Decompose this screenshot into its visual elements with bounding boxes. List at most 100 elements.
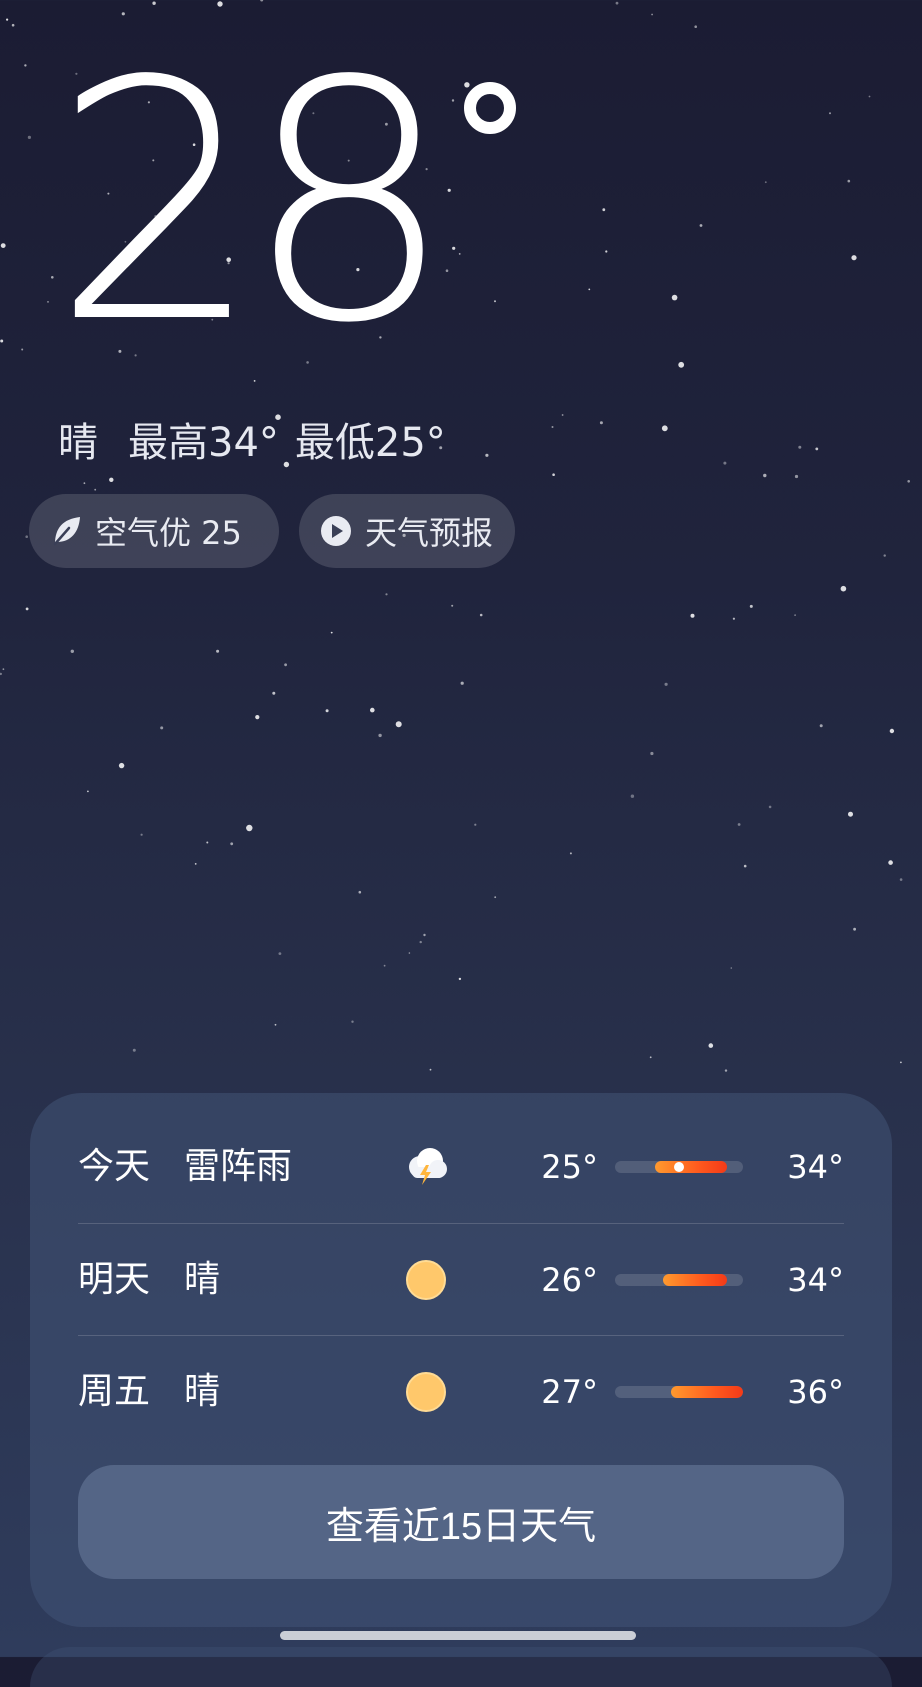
forecast-day: 明天 [78, 1259, 151, 1300]
leaf-icon [49, 514, 83, 548]
star [370, 707, 375, 713]
forecast-low: 27° [541, 1373, 598, 1411]
star [551, 426, 554, 428]
star [2, 668, 5, 671]
star [419, 940, 422, 944]
forecast-condition: 雷阵雨 [184, 1146, 293, 1187]
air-quality-label: 空气优 25 [95, 514, 242, 552]
high-low-group: 最高34° 最低25° [128, 410, 446, 468]
star [552, 473, 555, 477]
forecast-day: 今天 [78, 1146, 151, 1187]
star [11, 23, 15, 27]
star [737, 823, 741, 826]
star [678, 361, 685, 368]
star [194, 863, 197, 865]
star [829, 112, 831, 115]
home-indicator[interactable] [280, 1631, 636, 1640]
star [325, 709, 329, 713]
star [883, 554, 886, 557]
star [385, 593, 388, 596]
star [848, 811, 853, 817]
star [794, 614, 796, 616]
weather-summary: 晴 最高34° 最低25° [58, 410, 446, 468]
forecast-row-today[interactable]: 今天 雷阵雨 25° 34° [78, 1111, 844, 1223]
temperature-range-fill [655, 1161, 727, 1173]
star [217, 1, 223, 7]
star [599, 421, 603, 425]
star [840, 585, 847, 592]
star [851, 255, 857, 261]
info-chips: 空气优 25 天气预报 [29, 494, 515, 568]
star [24, 64, 27, 67]
star [888, 860, 893, 865]
next-card-edge [30, 1647, 892, 1687]
star [605, 250, 608, 253]
forecast-high: 34° [787, 1148, 844, 1186]
weather-forecast-chip[interactable]: 天气预报 [299, 494, 515, 568]
star [255, 715, 260, 720]
star [815, 447, 819, 451]
star [479, 613, 483, 617]
star [47, 301, 49, 303]
star [216, 649, 220, 653]
today-low: 最低25° [294, 420, 446, 466]
star [230, 842, 234, 846]
star [907, 480, 910, 483]
star [274, 1023, 277, 1026]
star [494, 300, 496, 303]
star [602, 208, 606, 212]
play-circle-icon [319, 514, 353, 548]
star [650, 751, 654, 756]
temperature-range-bar [615, 1161, 743, 1173]
star [899, 878, 903, 881]
forecast-low: 26° [541, 1261, 598, 1299]
star [664, 682, 668, 686]
star [690, 613, 695, 618]
star [358, 890, 362, 894]
star [900, 1061, 902, 1064]
forecast-condition: 晴 [184, 1371, 221, 1412]
star [474, 823, 477, 826]
star [763, 473, 767, 478]
star [630, 794, 635, 798]
temperature-range-bar [615, 1386, 743, 1398]
star [452, 246, 456, 250]
star [743, 864, 747, 868]
air-quality-chip[interactable]: 空气优 25 [29, 494, 279, 568]
star [768, 805, 772, 809]
current-condition: 晴 [58, 420, 98, 466]
star [494, 896, 497, 899]
star [87, 790, 89, 793]
star [794, 474, 799, 479]
star [0, 243, 6, 249]
star [6, 18, 9, 21]
star [25, 607, 29, 611]
star [395, 721, 402, 728]
star [94, 488, 97, 491]
star [699, 224, 703, 227]
star [464, 82, 470, 88]
forecast-row-tomorrow[interactable]: 明天 晴 26° 34° [78, 1224, 844, 1336]
star [694, 25, 697, 29]
star [118, 762, 125, 769]
star [284, 663, 287, 667]
thunderstorm-icon [402, 1143, 450, 1191]
today-high: 最高34° [128, 420, 279, 466]
star [889, 728, 895, 734]
forecast-high: 34° [787, 1261, 844, 1299]
star [330, 631, 333, 634]
star [671, 294, 678, 301]
star [868, 95, 871, 98]
star [724, 1069, 728, 1072]
star [588, 288, 591, 291]
forecast-row-friday[interactable]: 周五 晴 27° 36° [78, 1336, 844, 1448]
star [460, 681, 464, 685]
star [485, 453, 489, 457]
view-15-day-forecast-button[interactable]: 查看近15日天气 [78, 1465, 844, 1579]
star [749, 604, 753, 608]
star [206, 841, 209, 844]
star [458, 253, 461, 255]
temperature-range-bar [615, 1274, 743, 1286]
star [160, 726, 164, 730]
forecast-day: 周五 [78, 1371, 151, 1412]
